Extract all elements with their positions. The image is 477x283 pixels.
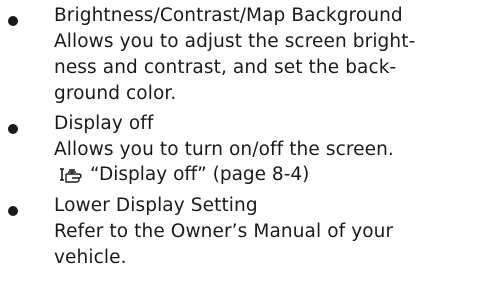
- page-reference: “Display off” (page 8-4): [58, 163, 309, 186]
- item-title: Brightness/Contrast/Map Background: [54, 5, 403, 26]
- bullet-icon: [8, 206, 18, 216]
- item-title: Lower Display Setting: [54, 195, 258, 216]
- item-description: ness and contrast, and set the back-: [54, 57, 397, 78]
- item-description: Allows you to adjust the screen bright-: [54, 31, 416, 52]
- bullet-icon: [8, 124, 18, 134]
- item-title: Display off: [54, 113, 154, 134]
- item-description: Allows you to turn on/off the screen.: [54, 139, 394, 160]
- item-description: Refer to the Owner’s Manual of your: [54, 221, 394, 242]
- bullet-icon: [8, 16, 18, 26]
- reference-hand-icon: [60, 167, 82, 183]
- item-description: ground color.: [54, 83, 177, 104]
- reference-text: “Display off” (page 8-4): [90, 164, 310, 185]
- item-description: vehicle.: [54, 247, 127, 268]
